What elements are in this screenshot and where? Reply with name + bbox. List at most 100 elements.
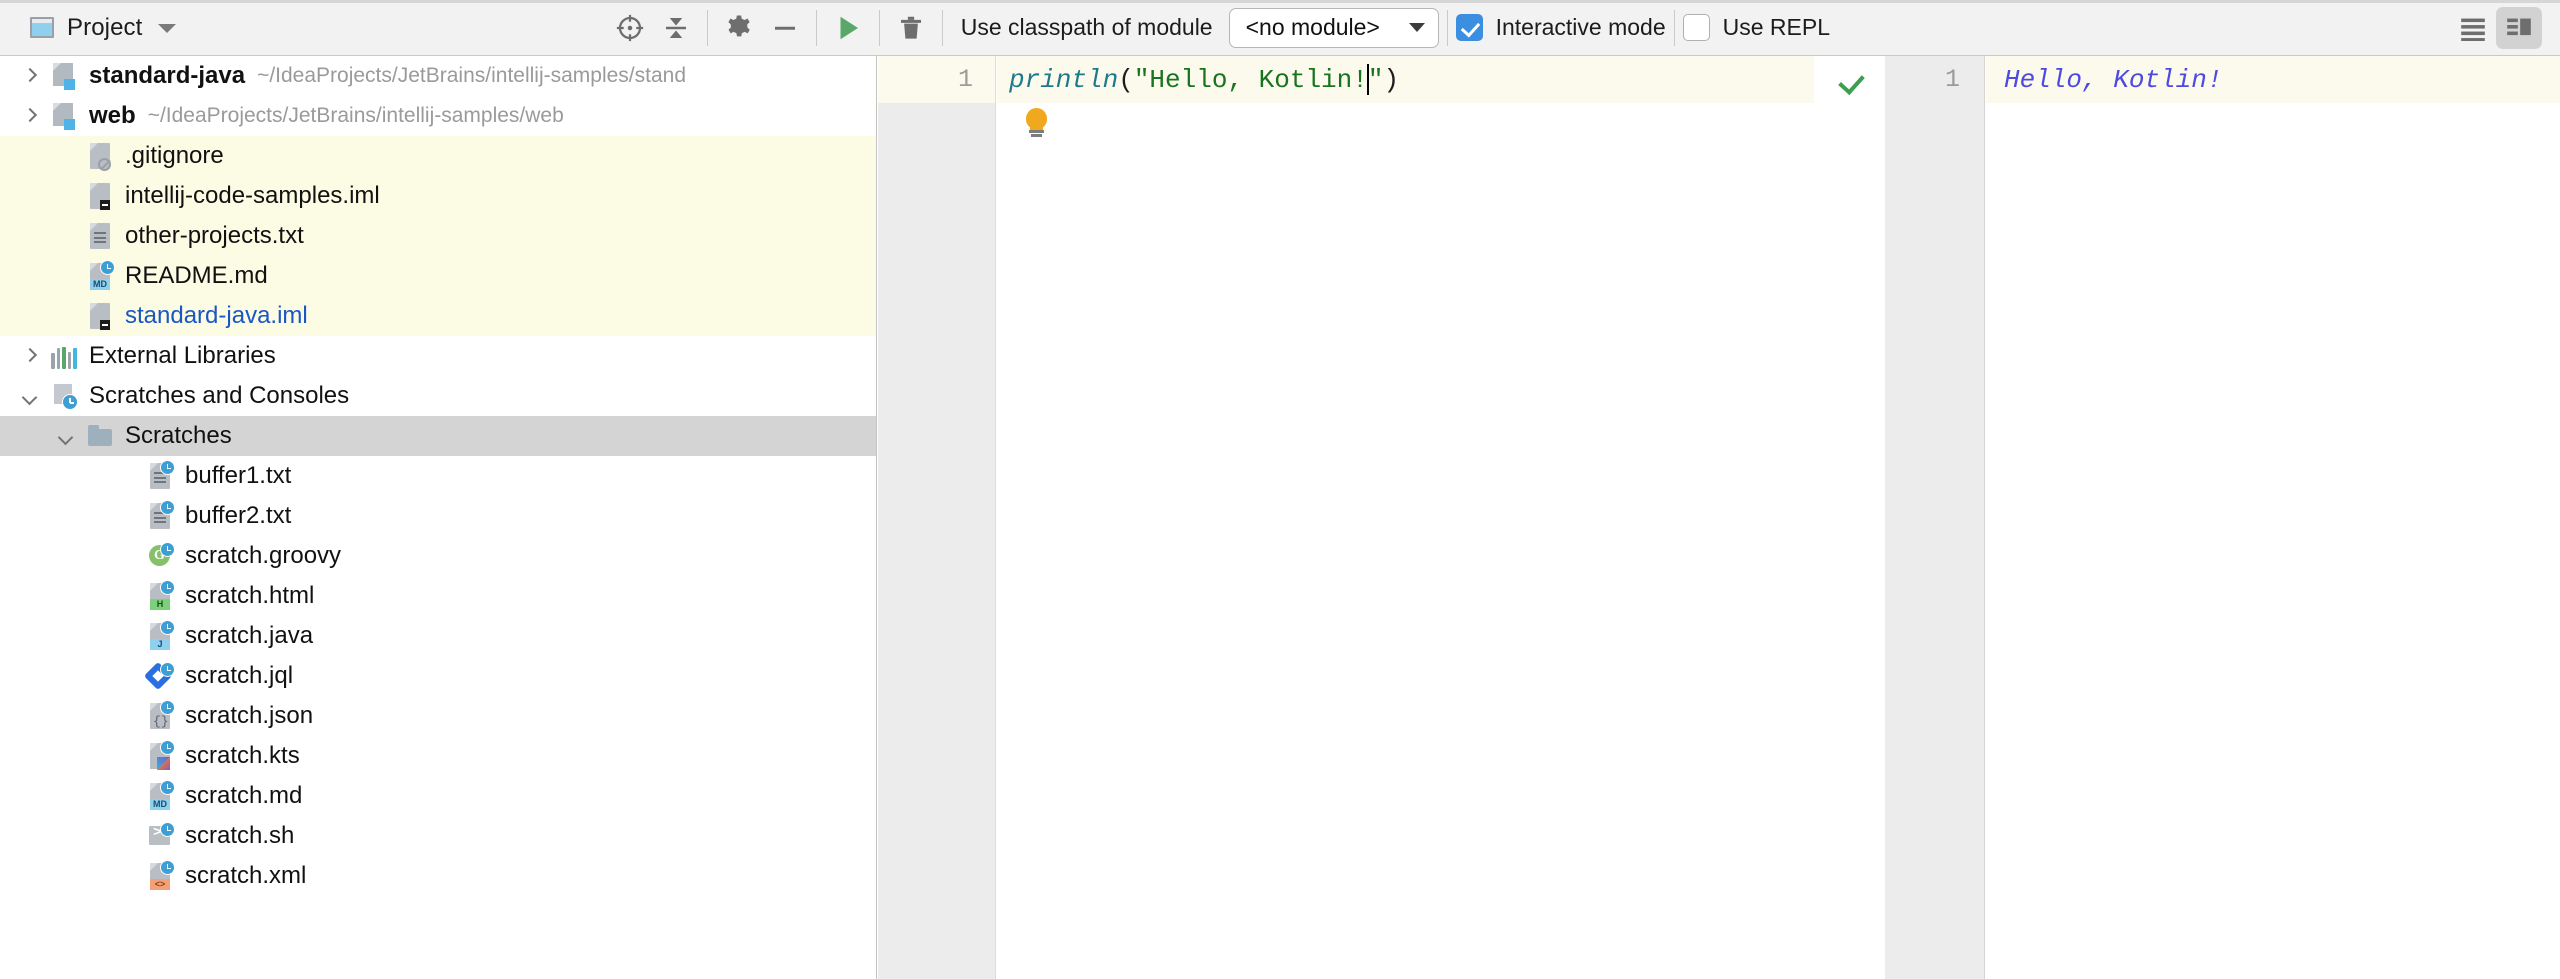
tree-spacer — [118, 628, 135, 645]
layout-split-icon[interactable] — [2496, 7, 2542, 49]
tree-row-label: External Libraries — [89, 342, 276, 370]
success-check-icon — [1837, 67, 1863, 93]
tree-row-label: buffer2.txt — [185, 502, 291, 530]
tree-row-other-projects-txt[interactable]: other-projects.txt — [0, 216, 876, 256]
chevron-right-icon[interactable] — [22, 348, 39, 365]
editor-code-area[interactable]: println("Hello, Kotlin!") — [997, 56, 1814, 979]
tree-row-label: scratch.xml — [185, 862, 306, 890]
result-panel[interactable]: 1 Hello, Kotlin! — [1885, 56, 2560, 979]
tree-row-scratches-and-consoles[interactable]: Scratches and Consoles — [0, 376, 876, 416]
minimize-icon[interactable] — [762, 7, 808, 49]
tree-row-label: scratch.groovy — [185, 542, 341, 570]
tree-row-readme-md[interactable]: MDREADME.md — [0, 256, 876, 296]
tree-row-label: scratch.java — [185, 622, 313, 650]
tree-row-external-libraries[interactable]: External Libraries — [0, 336, 876, 376]
run-icon[interactable] — [825, 7, 871, 49]
project-window-icon — [30, 17, 54, 38]
tree-row-scratch-jql[interactable]: scratch.jql — [0, 656, 876, 696]
java-file-icon: J — [147, 621, 173, 651]
project-view-selector[interactable]: Project — [0, 0, 176, 55]
scratch-text-icon — [147, 461, 173, 491]
main-toolbar: Project — [0, 0, 2560, 56]
text-file-icon — [87, 221, 113, 251]
tree-row-path: ~/IdeaProjects/JetBrains/intellij-sample… — [148, 104, 564, 128]
tree-row-label: intellij-code-samples.iml — [125, 182, 380, 210]
chevron-right-icon[interactable] — [22, 68, 39, 85]
code-token-function: println — [1009, 65, 1118, 95]
tree-row-buffer2-txt[interactable]: buffer2.txt — [0, 496, 876, 536]
tree-row-label: Scratches and Consoles — [89, 382, 349, 410]
tree-row-path: ~/IdeaProjects/JetBrains/intellij-sample… — [257, 64, 686, 88]
checkbox-checked-icon[interactable] — [1456, 14, 1483, 41]
locate-target-icon[interactable] — [607, 7, 653, 49]
tree-row-label: scratch.html — [185, 582, 314, 610]
tree-spacer — [58, 268, 75, 285]
gear-icon[interactable] — [716, 7, 762, 49]
tree-row-buffer1-txt[interactable]: buffer1.txt — [0, 456, 876, 496]
chevron-down-icon[interactable] — [22, 388, 39, 405]
scratch-text-icon — [147, 501, 173, 531]
code-token-string: "Hello, Kotlin! — [1134, 65, 1368, 95]
chevron-right-icon[interactable] — [22, 108, 39, 125]
tree-row-label: standard-java — [89, 62, 245, 90]
tree-spacer — [118, 508, 135, 525]
tree-row-web[interactable]: web ~/IdeaProjects/JetBrains/intellij-sam… — [0, 96, 876, 136]
tree-row-scratch-java[interactable]: Jscratch.java — [0, 616, 876, 656]
checkbox-unchecked-icon[interactable] — [1683, 14, 1710, 41]
tree-spacer — [118, 748, 135, 765]
project-label: Project — [67, 14, 142, 42]
toolbar-divider-4 — [942, 10, 943, 46]
code-line-1[interactable]: println("Hello, Kotlin!") — [997, 56, 1814, 103]
use-repl-label: Use REPL — [1723, 14, 1830, 41]
markdown-file-icon: MD — [87, 261, 113, 291]
iml-file-icon — [87, 181, 113, 211]
tree-row-label: scratch.md — [185, 782, 302, 810]
tree-row-scratches[interactable]: Scratches — [0, 416, 876, 456]
tree-row-standard-java-iml[interactable]: standard-java.iml — [0, 296, 876, 336]
groovy-file-icon: G — [147, 543, 173, 569]
result-status-strip — [1815, 56, 1885, 979]
code-token-close-paren: ) — [1383, 65, 1399, 95]
project-tree-panel[interactable]: standard-java ~/IdeaProjects/JetBrains/in… — [0, 56, 877, 979]
tree-row-scratch-md[interactable]: MD scratch.md — [0, 776, 876, 816]
intention-bulb-icon[interactable] — [1023, 108, 1049, 138]
tree-row-gitignore[interactable]: .gitignore — [0, 136, 876, 176]
tree-row-scratch-sh[interactable]: scratch.sh — [0, 816, 876, 856]
tree-spacer — [118, 788, 135, 805]
toolbar-divider-1 — [707, 10, 708, 46]
result-text-area: Hello, Kotlin! — [1986, 56, 2560, 979]
success-check-cell — [1815, 56, 1885, 103]
module-combo-box[interactable]: <no module> — [1229, 8, 1439, 48]
tree-row-scratch-groovy[interactable]: Gscratch.groovy — [0, 536, 876, 576]
module-icon — [51, 102, 77, 130]
intention-bulb-row[interactable] — [997, 103, 1814, 143]
chevron-down-icon[interactable] — [158, 24, 176, 33]
tree-row-label: web — [89, 102, 136, 130]
module-icon — [51, 62, 77, 90]
interactive-mode-checkbox[interactable]: Interactive mode — [1456, 14, 1666, 41]
tree-spacer — [118, 588, 135, 605]
tree-row-label: scratch.json — [185, 702, 313, 730]
toolbar-divider-6 — [1674, 10, 1675, 46]
trash-icon[interactable] — [888, 7, 934, 49]
tree-row-label: scratch.kts — [185, 742, 300, 770]
tree-row-scratch-kts[interactable]: scratch.kts — [0, 736, 876, 776]
classpath-label: Use classpath of module — [961, 14, 1213, 41]
tree-spacer — [118, 468, 135, 485]
editor-panel[interactable]: 1 println("Hello, Kotlin!") — [878, 56, 1814, 979]
tree-row-scratch-xml[interactable]: <>scratch.xml — [0, 856, 876, 896]
tree-spacer — [58, 308, 75, 325]
use-repl-checkbox[interactable]: Use REPL — [1683, 14, 1830, 41]
result-gutter: 1 — [1885, 56, 1985, 979]
markdown-file-icon: MD — [147, 781, 173, 811]
tree-row-scratch-json[interactable]: {}scratch.json — [0, 696, 876, 736]
collapse-all-icon[interactable] — [653, 7, 699, 49]
tree-row-intellij-code-samples-iml[interactable]: intellij-code-samples.iml — [0, 176, 876, 216]
tree-row-scratch-html[interactable]: Hscratch.html — [0, 576, 876, 616]
tree-row-standard-java[interactable]: standard-java ~/IdeaProjects/JetBrains/in… — [0, 56, 876, 96]
toolbar-divider-2 — [816, 10, 817, 46]
layout-vertical-icon[interactable] — [2450, 7, 2496, 49]
chevron-down-icon[interactable] — [1409, 23, 1425, 32]
tree-row-label: scratch.jql — [185, 662, 293, 690]
chevron-down-icon[interactable] — [58, 428, 75, 445]
